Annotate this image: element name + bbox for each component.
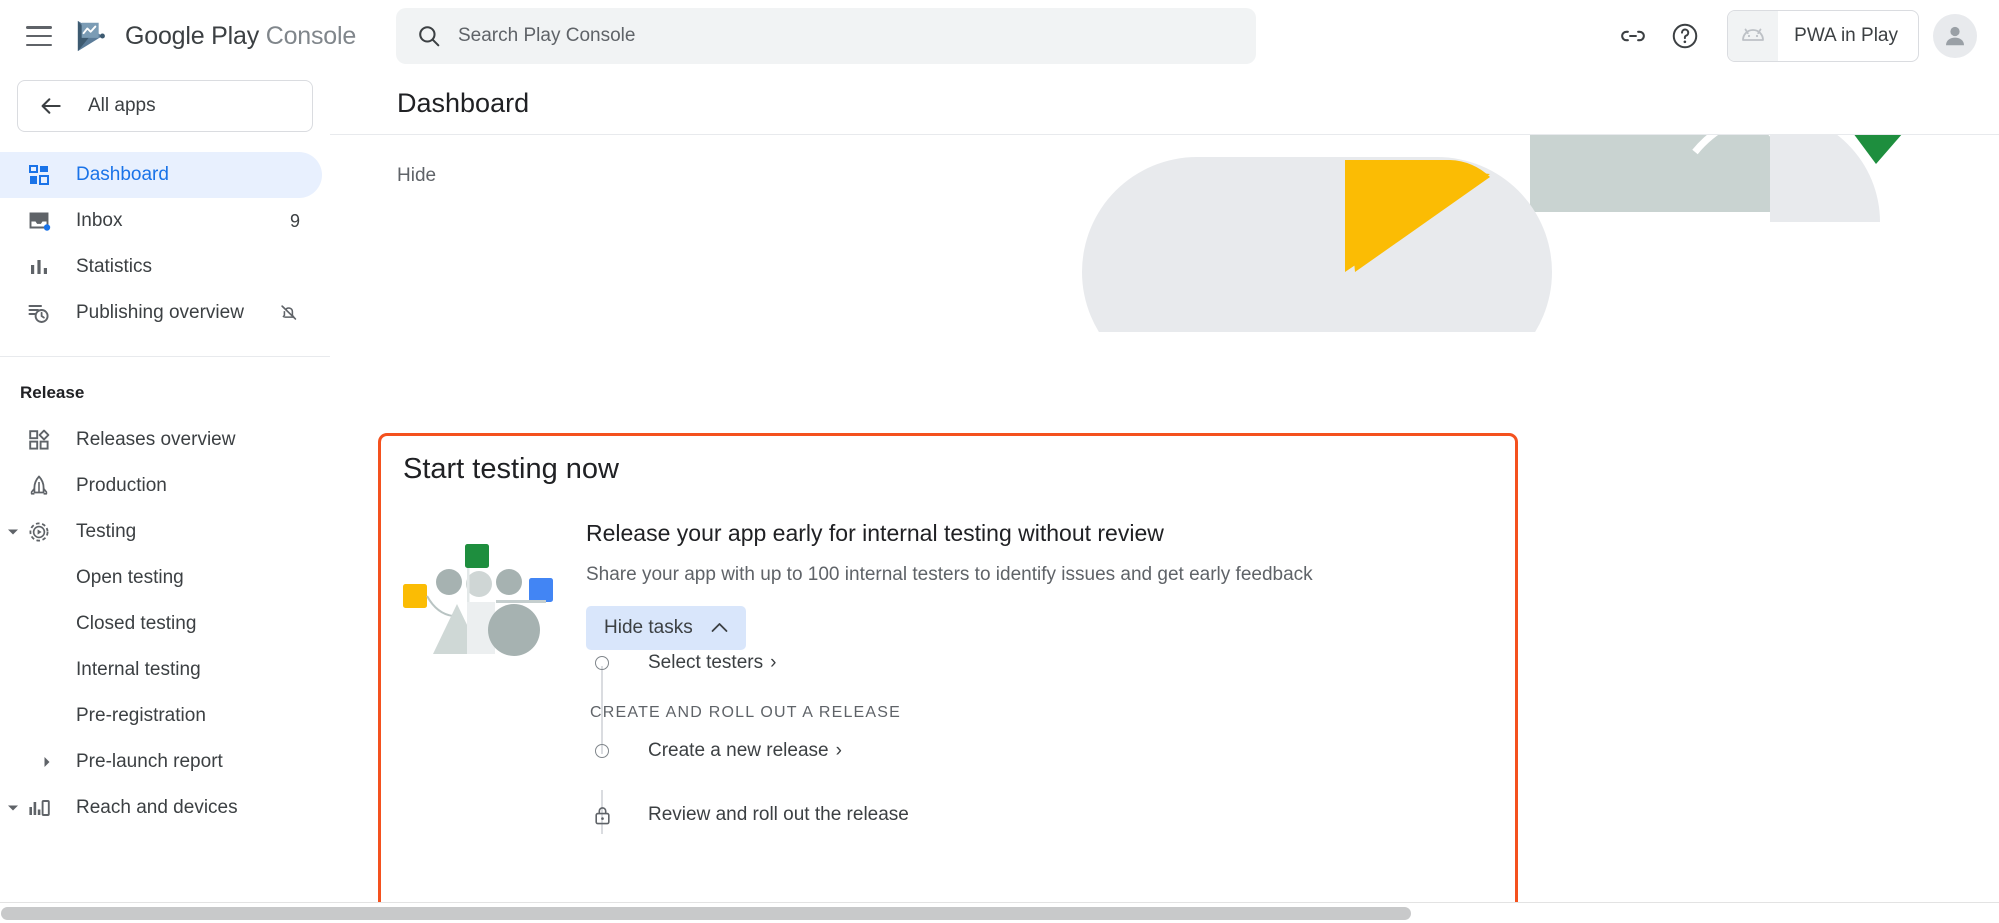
card-body: Release your app early for internal test… bbox=[586, 520, 1486, 650]
sidebar-section-release: Release bbox=[0, 357, 330, 417]
dashboard-hero-illustration bbox=[1070, 102, 1999, 332]
task-label: Create a new release bbox=[648, 740, 829, 762]
search-bar[interactable] bbox=[396, 8, 1256, 64]
inbox-tray-icon bbox=[26, 208, 52, 234]
app-selector-chip[interactable]: PWA in Play bbox=[1727, 10, 1919, 62]
task-link-create-release[interactable]: Create a new release › bbox=[648, 740, 842, 762]
sidebar-item-label: Open testing bbox=[76, 567, 184, 589]
page-title: Dashboard bbox=[397, 88, 529, 119]
sidebar-item-label: Testing bbox=[76, 521, 136, 543]
sidebar-item-label: Reach and devices bbox=[76, 797, 238, 819]
account-avatar-icon[interactable] bbox=[1933, 14, 1977, 58]
horizontal-scrollbar-thumb[interactable] bbox=[1, 907, 1411, 920]
brand-secondary: Console bbox=[266, 22, 356, 50]
inbox-badge-count: 9 bbox=[290, 211, 300, 232]
google-play-console-logo bbox=[74, 19, 112, 53]
sidebar-item-label: Closed testing bbox=[76, 613, 196, 635]
all-apps-button[interactable]: All apps bbox=[17, 80, 313, 132]
link-icon[interactable] bbox=[1607, 10, 1659, 62]
lock-icon bbox=[590, 803, 614, 827]
chevron-right-icon[interactable] bbox=[36, 751, 58, 773]
sidebar-item-label: Pre-registration bbox=[76, 705, 206, 727]
top-bar-actions: PWA in Play bbox=[1607, 0, 1977, 72]
task-row-review-rollout: Review and roll out the release bbox=[590, 794, 1470, 836]
card-title: Start testing now bbox=[403, 453, 619, 486]
sidebar-item-dashboard[interactable]: Dashboard bbox=[0, 152, 322, 198]
task-link-select-testers[interactable]: Select testers › bbox=[648, 652, 776, 674]
app-selector-label: PWA in Play bbox=[1794, 25, 1898, 47]
scroll-region: else you can do. Hide Start testing now bbox=[330, 72, 1999, 902]
rocket-icon bbox=[26, 473, 52, 499]
sidebar-item-label: Dashboard bbox=[76, 164, 169, 186]
sidebar-item-reach-and-devices[interactable]: Reach and devices bbox=[0, 785, 322, 831]
help-circle-icon[interactable] bbox=[1659, 10, 1711, 62]
task-list: Select testers › CREATE AND ROLL OUT A R… bbox=[590, 642, 1470, 836]
sidebar-item-internal-testing[interactable]: Internal testing bbox=[0, 647, 322, 693]
brand-logo-link[interactable]: Google Play Console bbox=[74, 19, 356, 53]
sidebar-item-releases-overview[interactable]: Releases overview bbox=[0, 417, 322, 463]
sidebar-item-label: Statistics bbox=[76, 256, 152, 278]
brand-primary: Google Play bbox=[125, 22, 259, 50]
search-icon bbox=[416, 23, 442, 49]
testing-play-icon bbox=[26, 519, 52, 545]
top-app-bar: Google Play Console bbox=[0, 0, 1999, 72]
card-heading: Release your app early for internal test… bbox=[586, 520, 1486, 547]
hide-tasks-label: Hide tasks bbox=[604, 617, 693, 639]
chevron-down-icon[interactable] bbox=[2, 521, 24, 543]
sidebar-item-open-testing[interactable]: Open testing bbox=[0, 555, 322, 601]
card-subtitle: Share your app with up to 100 internal t… bbox=[586, 564, 1486, 586]
sidebar-item-closed-testing[interactable]: Closed testing bbox=[0, 601, 322, 647]
dashboard-grid-icon bbox=[26, 162, 52, 188]
sidebar-item-label: Production bbox=[76, 475, 167, 497]
sidebar-item-label: Releases overview bbox=[76, 429, 235, 451]
play-console-window: Google Play Console bbox=[0, 0, 1999, 923]
sidebar-item-pre-launch-report[interactable]: Pre-launch report bbox=[0, 739, 322, 785]
main-content: else you can do. Hide Start testing now bbox=[330, 72, 1999, 902]
primary-nav-list: Dashboard Inbox 9 bbox=[0, 152, 330, 831]
sidebar-item-label: Inbox bbox=[76, 210, 122, 232]
hamburger-menu-icon[interactable] bbox=[26, 26, 52, 46]
task-section-label: CREATE AND ROLL OUT A RELEASE bbox=[590, 704, 1470, 722]
circle-outline-icon bbox=[590, 651, 614, 675]
sidebar-item-publishing-overview[interactable]: Publishing overview bbox=[0, 290, 322, 336]
horizontal-scrollbar[interactable] bbox=[0, 902, 1999, 923]
chevron-down-icon[interactable] bbox=[2, 797, 24, 819]
sidebar-item-testing[interactable]: Testing bbox=[0, 509, 322, 555]
android-robot-icon bbox=[1728, 11, 1778, 61]
task-label: Review and roll out the release bbox=[648, 804, 909, 826]
notifications-off-icon[interactable] bbox=[278, 302, 300, 324]
task-row-select-testers: Select testers › bbox=[590, 642, 1470, 684]
page-title-bar: Dashboard bbox=[330, 72, 1999, 134]
chevron-up-icon bbox=[711, 617, 728, 639]
sidebar-item-label: Publishing overview bbox=[76, 302, 244, 324]
arrow-left-icon bbox=[38, 93, 64, 119]
task-label-review-rollout: Review and roll out the release bbox=[648, 804, 909, 826]
publishing-clock-icon bbox=[26, 300, 52, 326]
task-row-create-release: Create a new release › bbox=[590, 730, 1470, 772]
left-sidebar: All apps Dashboard bbox=[0, 72, 330, 902]
sidebar-item-production[interactable]: Production bbox=[0, 463, 322, 509]
team-testers-illustration bbox=[401, 542, 561, 662]
chevron-right-icon: › bbox=[770, 652, 776, 674]
releases-overview-icon bbox=[26, 427, 52, 453]
sidebar-item-statistics[interactable]: Statistics bbox=[0, 244, 322, 290]
start-testing-card: Start testing now bbox=[378, 433, 1518, 902]
sidebar-item-inbox[interactable]: Inbox 9 bbox=[0, 198, 322, 244]
search-input[interactable] bbox=[458, 25, 1236, 47]
sidebar-item-label: Internal testing bbox=[76, 659, 201, 681]
sidebar-item-pre-registration[interactable]: Pre-registration bbox=[0, 693, 322, 739]
sidebar-item-label: Pre-launch report bbox=[76, 751, 223, 773]
circle-outline-icon bbox=[590, 739, 614, 763]
hero-hide-link[interactable]: Hide bbox=[397, 165, 436, 187]
bar-chart-icon bbox=[26, 254, 52, 280]
task-label: Select testers bbox=[648, 652, 763, 674]
all-apps-label: All apps bbox=[88, 95, 156, 117]
brand-text: Google Play Console bbox=[125, 22, 356, 51]
chevron-right-icon: › bbox=[836, 740, 842, 762]
reach-devices-icon bbox=[26, 795, 52, 821]
